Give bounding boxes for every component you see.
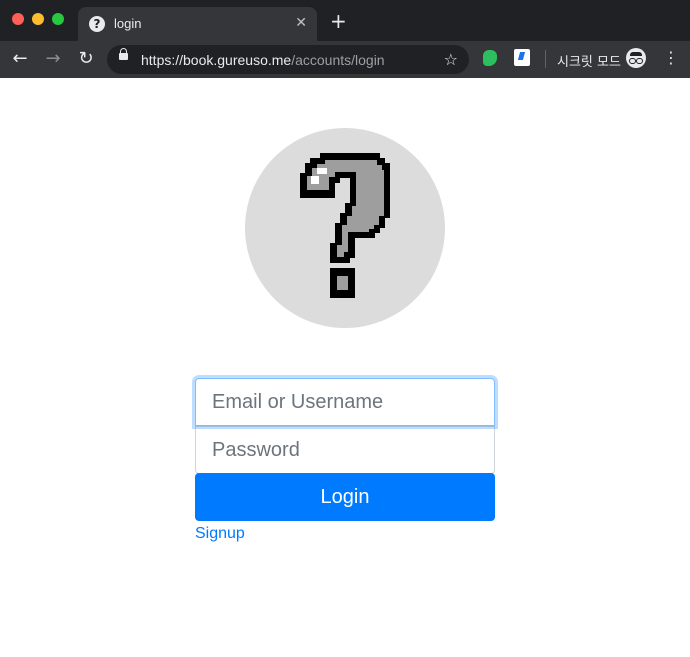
lock-icon bbox=[119, 48, 128, 60]
browser-tab[interactable]: ? login ✕ bbox=[78, 7, 317, 41]
url-text[interactable]: https://book.gureuso.me/accounts/login bbox=[141, 52, 385, 68]
forward-button[interactable]: → bbox=[42, 48, 64, 70]
signup-link[interactable]: Signup bbox=[195, 525, 245, 543]
reload-button[interactable]: ↻ bbox=[75, 48, 97, 70]
tab-close-icon[interactable]: ✕ bbox=[295, 15, 307, 31]
toolbar-divider bbox=[545, 50, 546, 68]
extension-icon[interactable] bbox=[514, 49, 530, 66]
avatar bbox=[245, 128, 445, 328]
close-window-button[interactable] bbox=[12, 13, 24, 25]
address-bar[interactable]: https://book.gureuso.me/accounts/login ☆ bbox=[107, 45, 469, 74]
maximize-window-button[interactable] bbox=[52, 13, 64, 25]
url-path: /accounts/login bbox=[291, 52, 385, 68]
login-form: Login Signup bbox=[195, 378, 495, 543]
incognito-label: 시크릿 모드 bbox=[557, 55, 621, 70]
question-mark-pixel-icon bbox=[300, 153, 390, 298]
tab-title: login bbox=[114, 16, 142, 31]
minimize-window-button[interactable] bbox=[32, 13, 44, 25]
incognito-icon[interactable] bbox=[626, 48, 646, 68]
login-button[interactable]: Login bbox=[195, 473, 495, 521]
password-field[interactable] bbox=[195, 426, 495, 474]
url-host: https://book.gureuso.me bbox=[141, 52, 292, 68]
browser-titlebar: ? login ✕ + bbox=[0, 0, 690, 41]
email-field[interactable] bbox=[195, 378, 495, 426]
back-button[interactable]: ← bbox=[9, 48, 31, 70]
bookmark-star-icon[interactable]: ☆ bbox=[444, 50, 458, 69]
browser-menu-icon[interactable]: ⋮ bbox=[663, 48, 679, 68]
new-tab-button[interactable]: + bbox=[330, 11, 347, 31]
favicon-question-icon: ? bbox=[89, 16, 105, 32]
